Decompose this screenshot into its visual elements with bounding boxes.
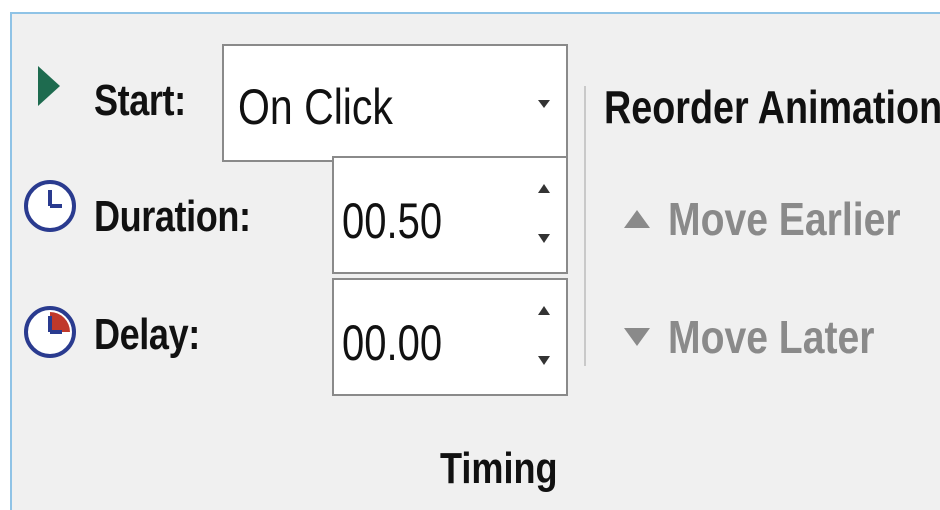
vertical-divider <box>584 86 586 366</box>
delay-label: Delay: <box>94 310 200 359</box>
duration-increase-icon[interactable] <box>538 184 550 193</box>
delay-decrease-icon[interactable] <box>538 356 550 365</box>
triangle-down-icon <box>624 328 650 346</box>
duration-decrease-icon[interactable] <box>538 234 550 243</box>
move-later-label: Move Later <box>668 311 875 363</box>
start-dropdown[interactable]: On Click <box>222 44 568 162</box>
delay-spinner[interactable]: 00.00 <box>332 278 568 396</box>
delay-clock-icon <box>24 306 76 358</box>
animation-timing-ribbon-group: Start: On Click Duration: 00.50 Delay: 0… <box>10 12 940 510</box>
reorder-animation-title: Reorder Animation <box>604 81 940 133</box>
move-earlier-label: Move Earlier <box>668 193 901 245</box>
timing-group-label: Timing <box>440 444 558 493</box>
clock-icon <box>24 180 76 232</box>
delay-increase-icon[interactable] <box>538 306 550 315</box>
start-label: Start: <box>94 76 186 125</box>
duration-label: Duration: <box>94 192 251 241</box>
delay-value[interactable]: 00.00 <box>342 314 442 372</box>
duration-spinner[interactable]: 00.50 <box>332 156 568 274</box>
start-value: On Click <box>238 79 393 135</box>
duration-value[interactable]: 00.50 <box>342 192 442 250</box>
chevron-down-icon[interactable] <box>538 100 550 108</box>
play-triangle-icon <box>38 66 60 106</box>
triangle-up-icon <box>624 210 650 228</box>
move-later-button[interactable]: Move Later <box>624 310 911 364</box>
move-earlier-button[interactable]: Move Earlier <box>624 192 940 246</box>
